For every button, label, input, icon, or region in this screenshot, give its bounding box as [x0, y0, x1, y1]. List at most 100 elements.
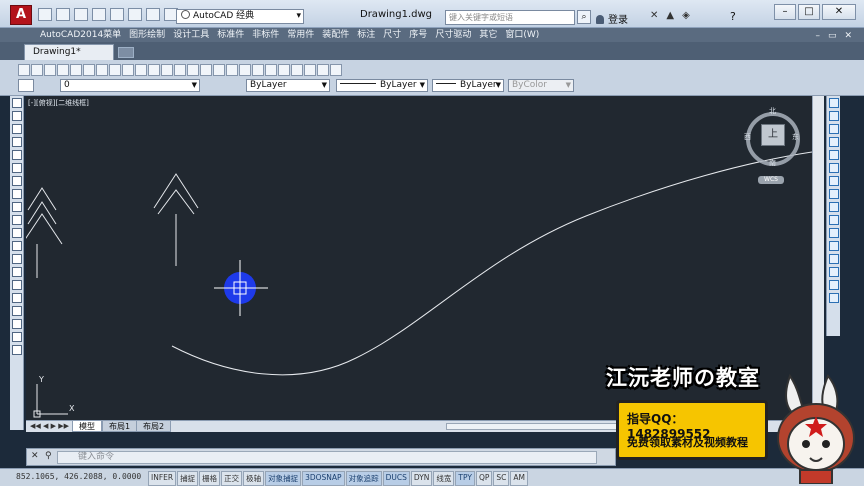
break-point-icon[interactable]	[829, 241, 839, 251]
command-input[interactable]: 键入命令	[57, 451, 597, 464]
menu-item[interactable]: 装配件	[322, 28, 349, 42]
linetype-dropdown[interactable]: ByLayer ▼	[336, 79, 428, 92]
sheet-set-icon[interactable]	[291, 64, 303, 76]
add-selected-icon[interactable]	[12, 345, 22, 355]
toggle-ortho[interactable]: 正交	[221, 471, 243, 486]
close-icon[interactable]: ✕	[31, 451, 39, 461]
calculator-icon[interactable]	[317, 64, 329, 76]
copy-object-icon[interactable]	[829, 111, 839, 121]
login-button[interactable]: 登录	[596, 11, 628, 26]
toggle-am[interactable]: AM	[510, 471, 528, 486]
menu-item[interactable]: 标准件	[217, 28, 244, 42]
viewcube-top-face[interactable]: 上	[761, 124, 785, 146]
3d-dwf-icon[interactable]	[96, 64, 108, 76]
zoom-realtime-icon[interactable]	[213, 64, 225, 76]
maximize-button[interactable]: □	[798, 4, 820, 20]
compass-west[interactable]: 西	[744, 132, 751, 142]
tab-layout1[interactable]: 布局1	[102, 421, 138, 432]
copy-icon[interactable]	[122, 64, 134, 76]
workspace-dropdown[interactable]: AutoCAD 经典 ▾	[176, 9, 304, 24]
menu-item[interactable]: 尺寸	[383, 28, 401, 42]
trim-icon[interactable]	[829, 215, 839, 225]
toggle-otrack[interactable]: 对象追踪	[345, 471, 382, 486]
mtext-icon[interactable]	[12, 332, 22, 342]
break-icon[interactable]	[829, 254, 839, 264]
stretch-icon[interactable]	[829, 202, 839, 212]
chamfer-icon[interactable]	[829, 280, 839, 290]
minimize-button[interactable]: –	[774, 4, 796, 20]
block-editor-icon[interactable]	[161, 64, 173, 76]
doc-close-button[interactable]: ✕	[844, 29, 852, 43]
undo-icon[interactable]	[174, 64, 186, 76]
paste-icon[interactable]	[135, 64, 147, 76]
wrench-icon[interactable]: ⚲	[45, 451, 52, 461]
array-icon[interactable]	[829, 150, 839, 160]
hatch-icon[interactable]	[12, 280, 22, 290]
menu-item[interactable]: AutoCAD2014菜单	[40, 28, 121, 42]
search-button[interactable]: ⌕	[577, 10, 591, 24]
help-icon[interactable]	[330, 64, 342, 76]
zoom-previous-icon[interactable]	[239, 64, 251, 76]
match-icon[interactable]	[148, 64, 160, 76]
move-icon[interactable]	[829, 163, 839, 173]
publish-icon[interactable]	[83, 64, 95, 76]
lineweight-dropdown[interactable]: ByLayer ▼	[432, 79, 504, 92]
compass-north[interactable]: 北	[769, 106, 776, 116]
extend-icon[interactable]	[829, 228, 839, 238]
print-icon[interactable]	[110, 8, 124, 21]
wcs-menu[interactable]: WCS	[758, 176, 784, 184]
layout-nav-arrows[interactable]: ◀◀ ◀ ▶ ▶▶	[30, 422, 69, 430]
tab-drawing1[interactable]: Drawing1*	[24, 44, 114, 60]
pan-icon[interactable]	[200, 64, 212, 76]
fillet-icon[interactable]	[829, 293, 839, 303]
polyline-icon[interactable]	[12, 124, 22, 134]
toggle-grid[interactable]: 栅格	[199, 471, 221, 486]
help-search-input[interactable]: 键入关键字或短语	[445, 10, 575, 25]
construction-line-icon[interactable]	[12, 111, 22, 121]
arc-icon[interactable]	[12, 163, 22, 173]
zoom-window-icon[interactable]	[226, 64, 238, 76]
close-button[interactable]: ✕	[822, 4, 856, 20]
viewcube[interactable]: 上 北 南 东 西	[744, 106, 802, 170]
line-icon[interactable]	[12, 98, 22, 108]
save-icon[interactable]	[44, 64, 56, 76]
preview-icon[interactable]	[70, 64, 82, 76]
compass-east[interactable]: 东	[792, 132, 799, 142]
new-tab-button[interactable]	[118, 47, 134, 58]
scale-icon[interactable]	[829, 189, 839, 199]
properties-icon[interactable]	[252, 64, 264, 76]
toggle-polar[interactable]: 极轴	[243, 471, 265, 486]
toggle-sc[interactable]: SC	[493, 471, 510, 486]
erase-icon[interactable]	[829, 98, 839, 108]
new-icon[interactable]	[18, 64, 30, 76]
new-file-icon[interactable]	[38, 8, 52, 21]
open-icon[interactable]	[31, 64, 43, 76]
region-icon[interactable]	[12, 306, 22, 316]
layer-dropdown[interactable]: 0 ▼	[60, 79, 200, 92]
menu-item[interactable]: 序号	[409, 28, 427, 42]
markup-icon[interactable]	[304, 64, 316, 76]
rectangle-icon[interactable]	[12, 150, 22, 160]
exchange-icon[interactable]: ✕	[650, 10, 658, 21]
point-icon[interactable]	[12, 267, 22, 277]
undo-icon[interactable]	[128, 8, 142, 21]
layer-manager-button[interactable]	[18, 79, 34, 92]
polygon-icon[interactable]	[12, 137, 22, 147]
toggle-ducs[interactable]: DUCS	[382, 471, 410, 486]
menu-item[interactable]: 标注	[357, 28, 375, 42]
menu-item[interactable]: 窗口(W)	[505, 28, 539, 42]
revcloud-icon[interactable]	[12, 189, 22, 199]
compass-south[interactable]: 南	[769, 158, 776, 168]
toggle-osnap[interactable]: 对象捕捉	[265, 471, 302, 486]
design-center-icon[interactable]	[265, 64, 277, 76]
help-icon[interactable]: ?	[730, 10, 736, 23]
tab-layout2[interactable]: 布局2	[136, 421, 172, 432]
redo-icon[interactable]	[146, 8, 160, 21]
tab-model[interactable]: 模型	[72, 421, 102, 432]
menu-item[interactable]: 其它	[479, 28, 497, 42]
print-icon[interactable]	[57, 64, 69, 76]
ellipse-arc-icon[interactable]	[12, 228, 22, 238]
menu-item[interactable]: 非标件	[252, 28, 279, 42]
ellipse-icon[interactable]	[12, 215, 22, 225]
insert-block-icon[interactable]	[12, 241, 22, 251]
